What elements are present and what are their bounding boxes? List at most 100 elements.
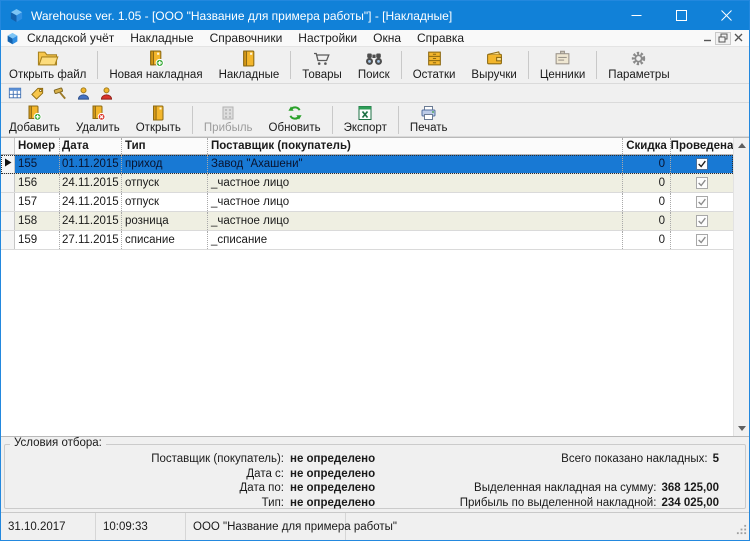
cell-discount: 0 (623, 231, 671, 249)
cell-supplier: _списание (208, 231, 623, 249)
search-binoculars-icon (364, 50, 384, 68)
price-tags-button[interactable]: Ценники (532, 47, 593, 83)
invoices-button[interactable]: Накладные (211, 47, 288, 83)
table-row[interactable]: 156 24.11.2015 отпуск _частное лицо 0 (1, 174, 733, 193)
grid-header-row: Номер Дата Тип Поставщик (покупатель) Ск… (1, 138, 733, 155)
menu-item-help[interactable]: Справка (409, 30, 472, 46)
filter-title: Условия отбора: (10, 437, 106, 449)
table-row[interactable]: 155 01.11.2015 приход Завод "Ахашени" 0 (1, 155, 733, 174)
posted-checkbox[interactable] (696, 177, 708, 189)
stock-label: Остатки (412, 68, 456, 81)
revenue-button[interactable]: Выручки (463, 47, 524, 83)
resize-grip[interactable] (736, 524, 747, 538)
filter-field-date-from: Дата с: не определено (9, 467, 375, 482)
column-header-discount[interactable]: Скидка (623, 138, 671, 154)
filter-fields: Поставщик (покупатель): не определено Да… (9, 452, 375, 510)
column-header-type[interactable]: Тип (122, 138, 208, 154)
export-label: Экспорт (343, 122, 387, 134)
column-header-supplier[interactable]: Поставщик (покупатель) (208, 138, 623, 154)
user-red-icon[interactable] (97, 85, 116, 102)
parameters-button[interactable]: Параметры (600, 47, 677, 83)
user-blue-icon[interactable] (74, 85, 93, 102)
scroll-down-icon[interactable] (738, 426, 746, 431)
cell-number: 155 (15, 155, 60, 173)
search-button[interactable]: Поиск (350, 47, 398, 83)
posted-checkbox[interactable] (696, 215, 708, 227)
refresh-label: Обновить (268, 122, 321, 134)
close-button[interactable] (704, 1, 749, 30)
cell-number: 156 (15, 174, 60, 192)
invoices-grid: Номер Дата Тип Поставщик (покупатель) Ск… (1, 137, 749, 437)
filter-panel: Условия отбора: Поставщик (покупатель): … (1, 437, 749, 512)
summary-value: 368 125,00 (661, 482, 719, 494)
filter-value: не определено (290, 496, 376, 509)
window-controls (614, 1, 749, 30)
menu-item-windows[interactable]: Окна (365, 30, 409, 46)
app-window: Warehouse ver. 1.05 - [ООО "Название для… (0, 0, 750, 541)
maximize-button[interactable] (659, 1, 704, 30)
mdi-close-button[interactable] (734, 31, 743, 45)
cell-date: 27.11.2015 (60, 231, 122, 249)
filter-field-supplier: Поставщик (покупатель): не определено (9, 452, 375, 467)
mdi-minimize-button[interactable] (703, 31, 712, 45)
menu-item-warehouse-accounting[interactable]: Складской учёт (19, 30, 122, 46)
filter-value: не определено (290, 453, 376, 465)
mdi-restore-button[interactable] (715, 31, 731, 45)
table-row[interactable]: 158 24.11.2015 розница _частное лицо 0 (1, 212, 733, 231)
table-row[interactable]: 159 27.11.2015 списание _списание 0 (1, 231, 733, 250)
filter-value: не определено (290, 482, 376, 494)
actions-toolbar: Добавить Удалить Открыть Прибыль Обновит… (1, 103, 749, 137)
row-indicator-cell (1, 174, 15, 192)
goods-button[interactable]: Товары (294, 47, 350, 83)
cell-posted (671, 174, 733, 192)
cell-type: приход (122, 155, 208, 173)
cell-posted (671, 212, 733, 230)
menu-item-invoices[interactable]: Накладные (122, 30, 201, 46)
summary-label: Выделенная накладная на сумму: (474, 482, 657, 494)
summary-value: 5 (712, 453, 719, 465)
cell-supplier: Завод "Ахашени" (208, 155, 623, 173)
new-invoice-button[interactable]: Новая накладная (101, 47, 210, 83)
export-button[interactable]: Экспорт (336, 103, 395, 136)
posted-checkbox[interactable] (696, 196, 708, 208)
vertical-scrollbar[interactable] (733, 138, 749, 436)
refresh-button[interactable]: Обновить (261, 103, 329, 136)
print-button[interactable]: Печать (402, 103, 456, 136)
open-invoice-icon (150, 105, 166, 121)
filter-label: Дата по: (239, 482, 284, 494)
column-header-date[interactable]: Дата (60, 138, 122, 154)
add-button[interactable]: Добавить (1, 103, 68, 136)
minimize-button[interactable] (614, 1, 659, 30)
posted-checkbox[interactable] (696, 234, 708, 246)
new-invoice-label: Новая накладная (109, 68, 203, 81)
menu-item-settings[interactable]: Настройки (290, 30, 365, 46)
price-tag-icon[interactable] (28, 85, 47, 102)
open-file-button[interactable]: Открыть файл (1, 47, 94, 83)
add-label: Добавить (9, 122, 60, 134)
status-time: 10:09:33 (96, 513, 186, 540)
menu-item-directories[interactable]: Справочники (202, 30, 291, 46)
cell-discount: 0 (623, 155, 671, 173)
column-header-number[interactable]: Номер (15, 138, 60, 154)
toolbar-separator (527, 51, 529, 79)
open-file-label: Открыть файл (9, 68, 87, 81)
hammer-icon[interactable] (51, 85, 70, 102)
filter-field-type: Тип: не определено (9, 496, 376, 511)
invoices-icon (240, 50, 257, 68)
column-header-posted[interactable]: Проведена (671, 138, 733, 154)
cell-date: 24.11.2015 (60, 212, 122, 230)
table-grid-icon[interactable] (5, 85, 24, 102)
open-invoice-button[interactable]: Открыть (128, 103, 189, 136)
scroll-up-icon[interactable] (738, 143, 746, 148)
toolbar-separator (191, 105, 193, 134)
delete-button[interactable]: Удалить (68, 103, 128, 136)
posted-checkbox[interactable] (696, 158, 708, 170)
status-filler (346, 513, 749, 540)
cell-type: розница (122, 212, 208, 230)
price-tags-label: Ценники (539, 68, 586, 81)
row-indicator-cell (1, 193, 15, 211)
filter-field-date-to: Дата по: не определено (9, 481, 376, 496)
table-row[interactable]: 157 24.11.2015 отпуск _частное лицо 0 (1, 193, 733, 212)
stock-drawers-icon (426, 50, 443, 68)
stock-button[interactable]: Остатки (405, 47, 464, 83)
